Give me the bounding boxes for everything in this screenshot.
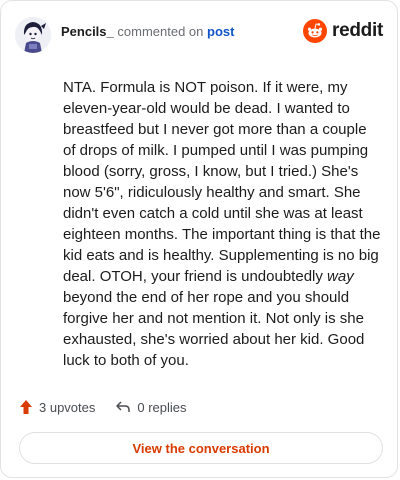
reply-arrow-icon[interactable] xyxy=(115,400,131,414)
byline: Pencils_ commented on post xyxy=(61,24,234,39)
upvote-action[interactable]: 3 upvotes xyxy=(19,399,95,415)
upvote-arrow-icon[interactable] xyxy=(19,399,33,415)
upvote-count: 3 upvotes xyxy=(39,399,96,415)
view-conversation-button[interactable]: View the conversation xyxy=(19,432,383,464)
post-link[interactable]: post xyxy=(207,24,234,39)
byline-text: commented on xyxy=(117,23,204,39)
comment-text-part1: NTA. Formula is NOT poison. If it were, … xyxy=(63,79,381,285)
comment-header: Pencils_ commented on post reddit xyxy=(15,15,383,55)
comment-body: NTA. Formula is NOT poison. If it were, … xyxy=(63,77,381,371)
comment-text-part2: beyond the end of her rope and you shoul… xyxy=(63,289,365,369)
comment-actions: 3 upvotes 0 replies xyxy=(19,399,187,415)
reddit-logo[interactable]: reddit xyxy=(303,19,383,43)
username-link[interactable]: Pencils_ xyxy=(61,24,114,39)
comment-emphasis: way xyxy=(327,268,354,285)
comment-card: Pencils_ commented on post reddit NTA. F… xyxy=(0,0,398,478)
reply-count: 0 replies xyxy=(137,399,187,415)
reddit-wordmark: reddit xyxy=(332,20,383,41)
reply-action[interactable]: 0 replies xyxy=(115,399,187,415)
avatar-image xyxy=(15,17,51,53)
avatar[interactable] xyxy=(15,17,51,53)
reddit-snoo-icon xyxy=(303,19,328,43)
